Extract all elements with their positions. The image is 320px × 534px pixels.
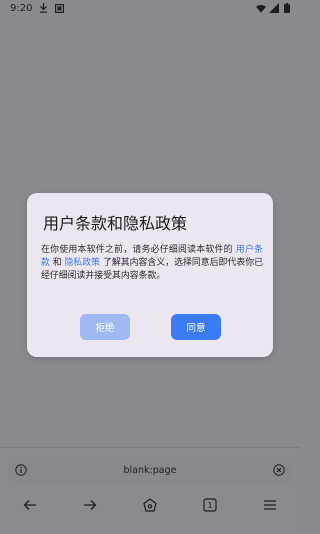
dialog-body-text: 在你使用本软件之前，请务必仔细阅读本软件的	[41, 245, 236, 255]
menu-icon[interactable]	[261, 496, 279, 514]
notification-icon	[54, 3, 64, 13]
home-icon[interactable]	[141, 496, 159, 514]
address-bar[interactable]: blank:page	[8, 457, 292, 483]
download-icon	[38, 3, 48, 13]
tab-count-icon[interactable]: 1	[201, 496, 219, 514]
browser-toolbar: blank:page 1	[0, 447, 300, 534]
clear-icon[interactable]	[272, 463, 286, 477]
forward-icon[interactable]	[81, 496, 99, 514]
dialog-title: 用户条款和隐私政策	[43, 214, 188, 233]
privacy-policy-link[interactable]: 隐私政策	[64, 258, 100, 268]
wifi-icon	[256, 3, 266, 13]
status-right	[256, 3, 292, 13]
bottom-nav: 1	[0, 490, 300, 520]
dialog-body: 在你使用本软件之前，请务必仔细阅读本软件的 用户条款 和 隐私政策 了解其内容含…	[41, 244, 263, 283]
dialog-body-and: 和	[49, 258, 65, 268]
battery-icon	[282, 3, 292, 13]
back-icon[interactable]	[21, 496, 39, 514]
terms-dialog: 用户条款和隐私政策 在你使用本软件之前，请务必仔细阅读本软件的 用户条款 和 隐…	[27, 193, 273, 357]
signal-icon	[269, 3, 279, 13]
status-time: 9:20	[10, 2, 33, 14]
status-bar: 9:20	[0, 0, 300, 16]
tab-count: 1	[207, 501, 212, 510]
status-left: 9:20	[10, 3, 64, 14]
url-text[interactable]: blank:page	[8, 465, 292, 476]
agree-button[interactable]: 同意	[171, 314, 221, 340]
reject-button[interactable]: 拒绝	[80, 314, 130, 340]
